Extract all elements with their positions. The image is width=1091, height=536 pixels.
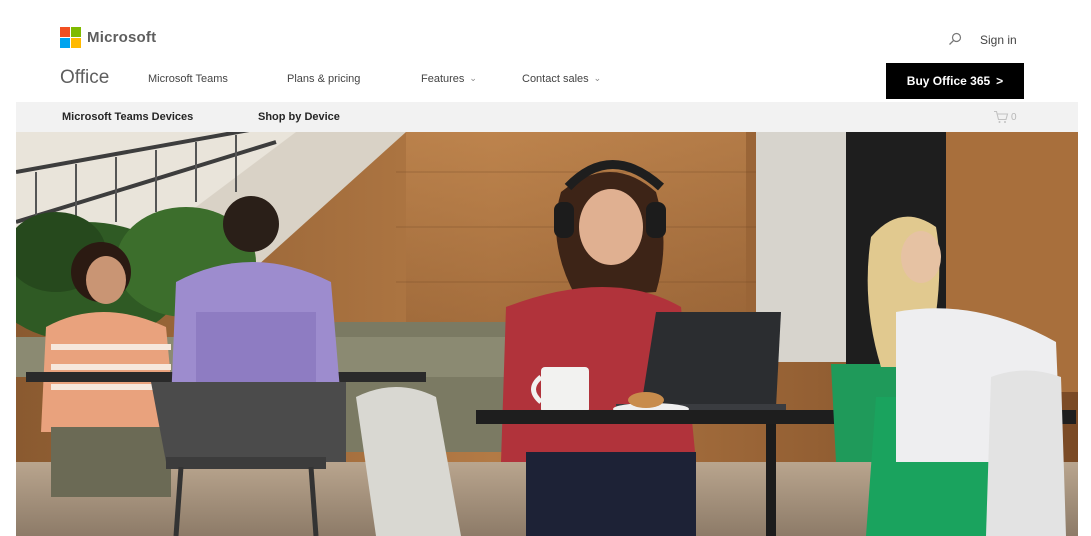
office-cafe-photo bbox=[16, 132, 1078, 536]
nav-item-label: Plans & pricing bbox=[287, 73, 361, 85]
nav-item-plans-pricing[interactable]: Plans & pricing bbox=[287, 73, 360, 85]
cart-button[interactable]: 0 bbox=[993, 110, 1017, 124]
subnav-item-shop-by-device[interactable]: Shop by Device bbox=[258, 111, 340, 123]
nav-item-label: Features bbox=[421, 73, 465, 85]
nav-item-microsoft-teams[interactable]: Microsoft Teams bbox=[148, 73, 228, 85]
chevron-down-icon: ⌄ bbox=[593, 72, 602, 83]
chevron-right-icon: > bbox=[996, 74, 1004, 88]
cart-count: 0 bbox=[1011, 111, 1017, 123]
search-icon[interactable] bbox=[948, 32, 962, 46]
nav-item-label: Microsoft Teams bbox=[148, 73, 228, 85]
cart-icon bbox=[994, 110, 1009, 123]
chevron-down-icon: ⌄ bbox=[469, 72, 477, 83]
nav-item-label: Contact sales bbox=[522, 73, 589, 85]
nav-item-contact-sales[interactable]: Contact sales ⌄ bbox=[522, 72, 602, 86]
nav-item-features[interactable]: Features ⌄ bbox=[421, 72, 477, 86]
microsoft-wordmark: Microsoft bbox=[87, 29, 157, 46]
sign-in-link[interactable]: Sign in bbox=[980, 33, 1017, 47]
microsoft-logo-icon bbox=[60, 27, 81, 48]
office-title[interactable]: Office bbox=[60, 67, 109, 89]
subnav-item-teams-devices[interactable]: Microsoft Teams Devices bbox=[62, 111, 193, 123]
hero-image bbox=[16, 132, 1078, 536]
buy-office-365-button[interactable]: Buy Office 365 > bbox=[886, 63, 1024, 99]
microsoft-logo[interactable]: Microsoft bbox=[60, 27, 156, 48]
buy-button-label: Buy Office 365 bbox=[906, 74, 991, 88]
